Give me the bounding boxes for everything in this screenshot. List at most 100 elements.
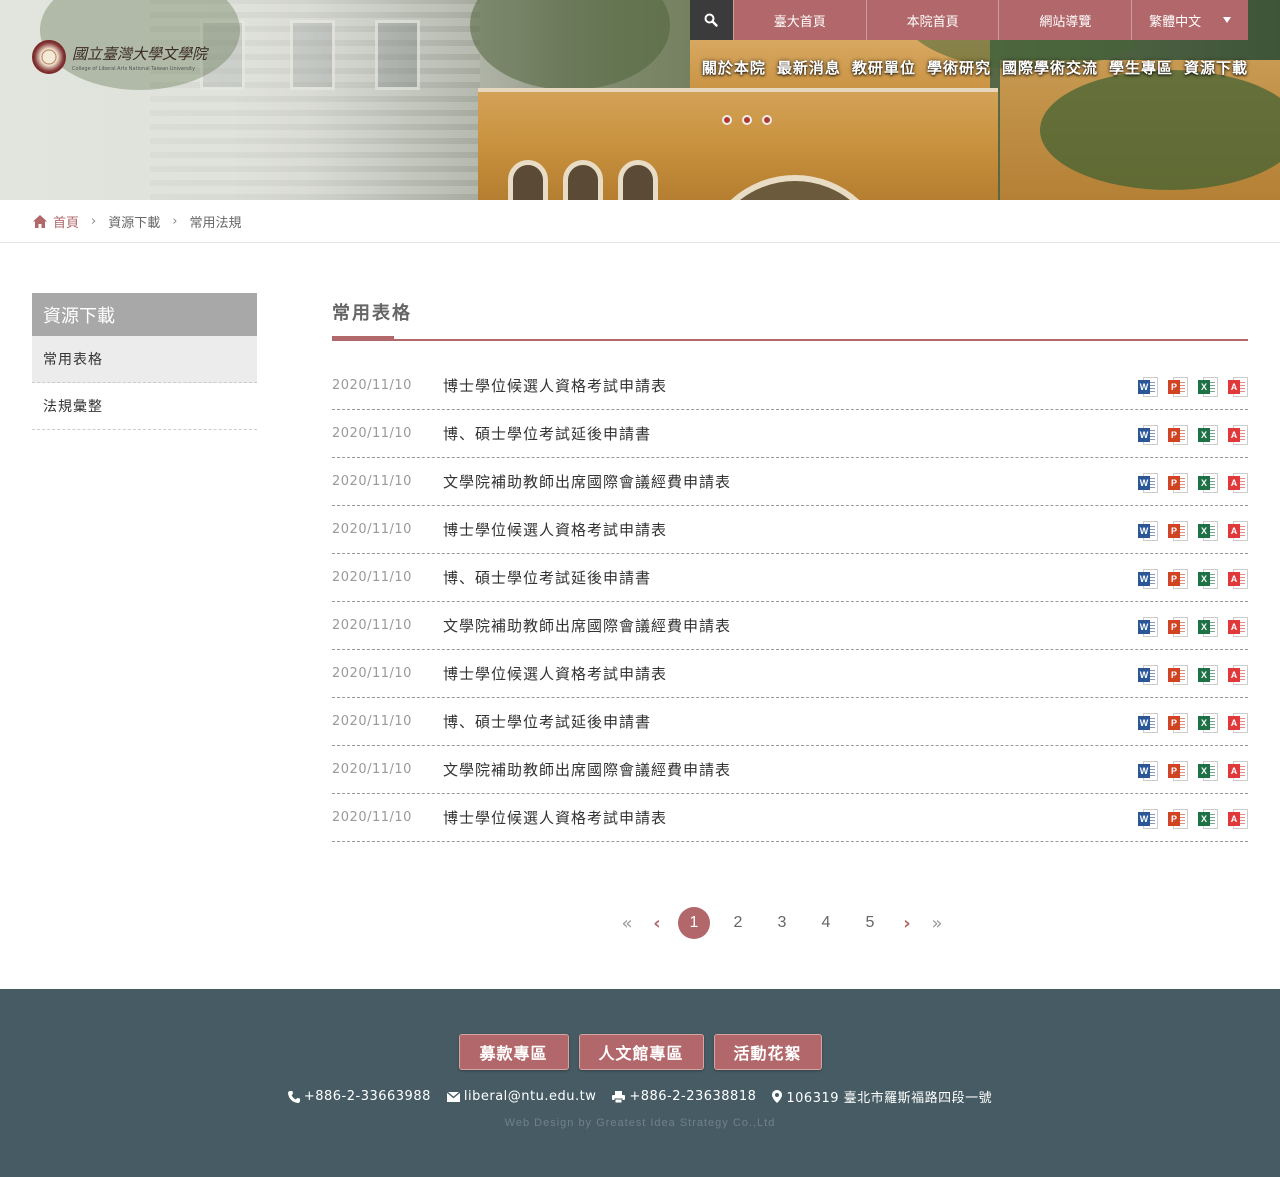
document-title[interactable]: 博、碩士學位考試延後申請書: [443, 711, 651, 732]
file-type-letter: P: [1168, 572, 1180, 586]
document-title[interactable]: 博、碩士學位考試延後申請書: [443, 567, 651, 588]
powerpoint-icon[interactable]: P: [1168, 713, 1188, 733]
word-icon[interactable]: W: [1138, 761, 1158, 781]
pdf-icon[interactable]: A: [1228, 617, 1248, 637]
pdf-icon[interactable]: A: [1228, 521, 1248, 541]
search-button[interactable]: [690, 0, 733, 40]
document-title[interactable]: 文學院補助教師出席國際會議經費申請表: [443, 615, 731, 636]
excel-icon[interactable]: X: [1198, 809, 1218, 829]
excel-icon[interactable]: X: [1198, 425, 1218, 445]
contact-address: 106319 臺北市羅斯福路四段一號: [772, 1087, 992, 1106]
envelope-icon: [446, 1091, 460, 1102]
file-type-letter: P: [1168, 524, 1180, 538]
powerpoint-icon[interactable]: P: [1168, 377, 1188, 397]
logo-subtitle: College of Liberal Arts National Taiwan …: [72, 65, 196, 72]
contact-email[interactable]: liberal@ntu.edu.tw: [446, 1087, 597, 1106]
word-icon[interactable]: W: [1138, 425, 1158, 445]
pdf-icon[interactable]: A: [1228, 809, 1248, 829]
document-title[interactable]: 博士學位候選人資格考試申請表: [443, 807, 667, 828]
nav-departments[interactable]: 教研單位: [852, 57, 916, 78]
email-text: liberal@ntu.edu.tw: [463, 1089, 597, 1104]
word-icon[interactable]: W: [1138, 617, 1158, 637]
page-number-current[interactable]: 1: [678, 907, 710, 939]
sidebar: 資源下載 常用表格 法規彙整: [32, 293, 257, 430]
page-number[interactable]: 4: [804, 914, 848, 932]
topnav-college-home[interactable]: 本院首頁: [865, 0, 999, 40]
nav-students[interactable]: 學生專區: [1109, 57, 1173, 78]
pdf-icon[interactable]: A: [1228, 425, 1248, 445]
sidebar-item-forms[interactable]: 常用表格: [32, 336, 257, 383]
page-number[interactable]: 2: [716, 914, 760, 932]
document-title[interactable]: 博、碩士學位考試延後申請書: [443, 423, 651, 444]
document-title[interactable]: 文學院補助教師出席國際會議經費申請表: [443, 471, 731, 492]
document-title[interactable]: 文學院補助教師出席國際會議經費申請表: [443, 759, 731, 780]
donation-button[interactable]: 募款專區: [458, 1034, 569, 1070]
word-icon[interactable]: W: [1138, 569, 1158, 589]
pdf-icon[interactable]: A: [1228, 377, 1248, 397]
excel-icon[interactable]: X: [1198, 713, 1218, 733]
excel-icon[interactable]: X: [1198, 521, 1218, 541]
word-icon[interactable]: W: [1138, 473, 1158, 493]
pdf-icon[interactable]: A: [1228, 761, 1248, 781]
document-date: 2020/11/10: [332, 810, 412, 825]
humanities-hall-button[interactable]: 人文館專區: [578, 1034, 704, 1070]
file-type-letter: W: [1138, 572, 1150, 586]
footer-credit[interactable]: Web Design by Greatest Idea Strategy Co.…: [0, 1117, 1280, 1129]
powerpoint-icon[interactable]: P: [1168, 665, 1188, 685]
word-icon[interactable]: W: [1138, 521, 1158, 541]
page-number[interactable]: 5: [848, 914, 892, 932]
excel-icon[interactable]: X: [1198, 617, 1218, 637]
document-row: 2020/11/10 博、碩士學位考試延後申請書 W P X A: [332, 698, 1248, 746]
word-icon[interactable]: W: [1138, 665, 1158, 685]
nav-research[interactable]: 學術研究: [927, 57, 991, 78]
pdf-icon[interactable]: A: [1228, 713, 1248, 733]
banner-arch: [563, 160, 603, 200]
file-type-letter: X: [1198, 620, 1210, 634]
next-page-button[interactable]: ›: [892, 913, 922, 934]
word-icon[interactable]: W: [1138, 809, 1158, 829]
page-number[interactable]: 3: [760, 914, 804, 932]
excel-icon[interactable]: X: [1198, 665, 1218, 685]
word-icon[interactable]: W: [1138, 377, 1158, 397]
excel-icon[interactable]: X: [1198, 377, 1218, 397]
nav-about[interactable]: 關於本院: [702, 57, 766, 78]
nav-international[interactable]: 國際學術交流: [1002, 57, 1098, 78]
powerpoint-icon[interactable]: P: [1168, 473, 1188, 493]
powerpoint-icon[interactable]: P: [1168, 425, 1188, 445]
pdf-icon[interactable]: A: [1228, 665, 1248, 685]
activities-button[interactable]: 活動花絮: [713, 1034, 822, 1070]
sidebar-item-regulations[interactable]: 法規彙整: [32, 383, 257, 430]
prev-page-button[interactable]: ‹: [642, 913, 672, 934]
footer-buttons: 募款專區 人文館專區 活動花絮: [0, 1034, 1280, 1070]
document-title[interactable]: 博士學位候選人資格考試申請表: [443, 519, 667, 540]
pdf-icon[interactable]: A: [1228, 473, 1248, 493]
first-page-button[interactable]: «: [612, 913, 642, 934]
powerpoint-icon[interactable]: P: [1168, 617, 1188, 637]
download-icons: WPXA: [1138, 425, 1248, 445]
breadcrumb-home[interactable]: 首頁: [33, 212, 79, 231]
pdf-icon[interactable]: A: [1228, 569, 1248, 589]
download-icons: WPXA: [1138, 809, 1248, 829]
document-title[interactable]: 博士學位候選人資格考試申請表: [443, 375, 667, 396]
word-icon[interactable]: W: [1138, 713, 1158, 733]
breadcrumb-level1[interactable]: 資源下載: [108, 212, 160, 231]
language-select[interactable]: 繁體中文: [1131, 0, 1249, 40]
excel-icon[interactable]: X: [1198, 761, 1218, 781]
powerpoint-icon[interactable]: P: [1168, 521, 1188, 541]
last-page-button[interactable]: »: [922, 913, 952, 934]
chevron-right-icon: ›: [91, 213, 97, 229]
document-date: 2020/11/10: [332, 522, 412, 537]
banner-ornament: [742, 115, 752, 125]
powerpoint-icon[interactable]: P: [1168, 809, 1188, 829]
topnav-sitemap[interactable]: 網站導覽: [998, 0, 1132, 40]
excel-icon[interactable]: X: [1198, 473, 1218, 493]
powerpoint-icon[interactable]: P: [1168, 569, 1188, 589]
excel-icon[interactable]: X: [1198, 569, 1218, 589]
site-logo[interactable]: 國立臺灣大學文學院 College of Liberal Arts Nation…: [32, 40, 207, 74]
document-row: 2020/11/10 博、碩士學位考試延後申請書 W P X A: [332, 554, 1248, 602]
nav-downloads[interactable]: 資源下載: [1184, 57, 1248, 78]
document-title[interactable]: 博士學位候選人資格考試申請表: [443, 663, 667, 684]
nav-news[interactable]: 最新消息: [777, 57, 841, 78]
topnav-ntu-home[interactable]: 臺大首頁: [732, 0, 866, 40]
powerpoint-icon[interactable]: P: [1168, 761, 1188, 781]
